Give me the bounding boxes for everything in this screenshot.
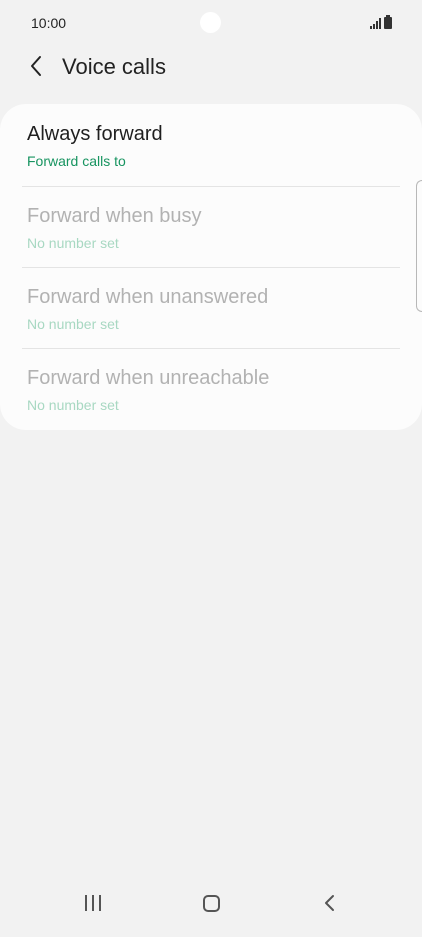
list-item-title: Forward when unanswered: [27, 286, 269, 308]
chevron-left-icon: [31, 56, 41, 76]
list-item-title: Always forward: [27, 123, 163, 145]
status-icons: [370, 15, 392, 29]
list-item-subtitle: No number set: [27, 235, 119, 251]
list-item-subtitle: Forward calls to: [27, 153, 126, 169]
screen: 10:00 Voice calls Always forward Forward…: [0, 0, 422, 937]
status-bar: 10:00: [0, 0, 422, 46]
list-item-always-forward[interactable]: Always forward Forward calls to: [0, 104, 422, 185]
scrollbar[interactable]: [416, 180, 422, 312]
list-item-subtitle: No number set: [27, 397, 119, 413]
list-item-title: Forward when busy: [27, 205, 202, 227]
call-forwarding-card: Always forward Forward calls to Forward …: [0, 104, 422, 430]
list-item-title: Forward when unreachable: [27, 367, 270, 389]
list-item-forward-when-busy[interactable]: Forward when busy No number set: [0, 186, 422, 267]
list-item-subtitle: No number set: [27, 316, 119, 332]
recents-button[interactable]: [73, 889, 113, 917]
nav-back-button[interactable]: [309, 889, 349, 917]
status-time: 10:00: [31, 15, 67, 31]
list-item-forward-when-unreachable[interactable]: Forward when unreachable No number set: [0, 348, 422, 429]
battery-icon: [384, 15, 392, 29]
camera-cutout: [200, 12, 221, 33]
home-icon: [202, 894, 220, 912]
list-item-forward-when-unanswered[interactable]: Forward when unanswered No number set: [0, 267, 422, 348]
back-button[interactable]: [22, 52, 50, 80]
app-header: Voice calls: [0, 46, 422, 94]
page-title: Voice calls: [62, 54, 166, 79]
home-button[interactable]: [191, 889, 231, 917]
recents-icon: [85, 895, 101, 911]
back-icon: [325, 895, 334, 911]
signal-icon: [370, 18, 381, 29]
navigation-bar: [0, 877, 422, 937]
